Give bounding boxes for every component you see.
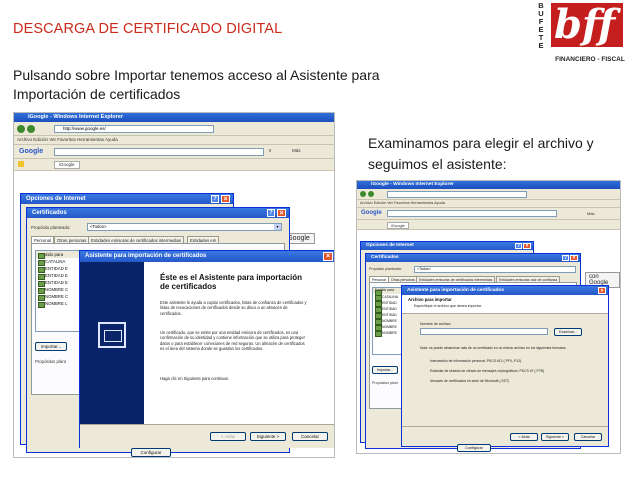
back-button[interactable]: < Atrás: [210, 432, 246, 441]
wizard-title: Asistente para importación de certificad…: [80, 251, 334, 262]
format-item: Almacén de certificados en serie de Micr…: [430, 379, 510, 383]
favorites-star-icon[interactable]: [18, 161, 24, 167]
back-button[interactable]: < Atrás: [510, 433, 538, 441]
ie-titlebar: iGoogle - Windows Internet Explorer: [357, 181, 620, 189]
wizard-paragraph-1: Este asistente le ayuda a copiar certifi…: [160, 300, 307, 316]
google-search-go[interactable]: Ir: [269, 148, 272, 153]
forward-icon[interactable]: [368, 191, 374, 197]
google-toolbar-logo: Google: [19, 148, 44, 155]
configure-button[interactable]: Configurar: [457, 444, 491, 452]
back-icon[interactable]: [360, 191, 366, 197]
import-button[interactable]: Importar...: [35, 342, 67, 351]
google-toolbar: Google Más: [357, 208, 620, 220]
logo-red-block: bff: [551, 3, 623, 47]
certificate-icon: [98, 322, 126, 348]
format-item: Estándar de sintaxis de cifrado de mensa…: [430, 369, 545, 373]
chevron-down-icon: ▾: [274, 224, 281, 230]
close-icon[interactable]: ×: [323, 252, 333, 261]
format-note: Nota: se puede almacenar más de un certi…: [420, 346, 567, 350]
right-instruction-text: Examinamos para elegir el archivo y segu…: [368, 135, 594, 172]
certificates-title: Certificados: [366, 254, 580, 262]
bufete-logo: B U F E T E bff FINANCIERO - FISCAL: [513, 0, 631, 70]
url-input[interactable]: [387, 191, 527, 198]
import-wizard-dialog: Asistente para importación de certificad…: [79, 250, 334, 448]
internet-options-title: Opciones de Internet: [21, 194, 233, 204]
help-icon[interactable]: ?: [562, 255, 569, 261]
close-icon[interactable]: ×: [570, 255, 578, 261]
close-icon[interactable]: ×: [523, 243, 531, 249]
next-button[interactable]: Siguiente >: [250, 432, 286, 441]
purpose-select[interactable]: <Todos> ▾: [87, 223, 282, 231]
format-item: Intercambio de información personal: PKC…: [430, 359, 522, 363]
help-icon[interactable]: ?: [267, 209, 275, 217]
logo-letter: E: [538, 41, 544, 50]
wizard-paragraph-2: Un certificado, que se emite por una ent…: [160, 330, 305, 352]
logo-subtitle: FINANCIERO - FISCAL: [555, 56, 625, 63]
wizard-paragraph-3: Haga clic en Siguiente para continuar.: [160, 376, 229, 381]
next-button[interactable]: Siguiente >: [541, 433, 569, 441]
back-icon[interactable]: [17, 125, 25, 133]
purpose-select[interactable]: <Todos>: [414, 266, 576, 273]
google-search-input[interactable]: [387, 210, 557, 217]
address-bar: [357, 189, 620, 200]
import-wizard-dialog: Asistente para importación de certificad…: [401, 285, 609, 447]
google-toolbar: Google Ir Más: [14, 145, 334, 159]
menu-bar[interactable]: Archivo Edición Ver Favoritos Herramient…: [357, 200, 620, 208]
left-screenshot: iGoogle - Windows Internet Explorer http…: [13, 112, 335, 458]
internet-options-title: Opciones de Internet: [361, 242, 533, 250]
certificate-icon-inner: [104, 330, 122, 342]
wizard-footer-divider: [402, 426, 608, 427]
configure-button[interactable]: Configurar: [131, 448, 171, 457]
cancel-button[interactable]: Cancelar: [574, 433, 602, 441]
certificates-title: Certificados: [27, 208, 289, 218]
wizard-heading: Éste es el Asistente para importación de…: [160, 273, 302, 291]
purpose-label: Propósito planteado:: [369, 267, 402, 271]
url-input[interactable]: http://www.google.es/: [54, 125, 214, 133]
wizard-banner: [80, 262, 144, 424]
favorites-bar: iGoogle: [14, 159, 334, 171]
logo-vertical-letters: B U F E T E: [536, 2, 546, 50]
more-link[interactable]: Más: [587, 211, 595, 216]
menu-bar[interactable]: Archivo Edición Ver Favoritos Herramient…: [14, 136, 334, 145]
wizard-header: Archivo para importar Especifique el arc…: [402, 295, 608, 314]
help-icon[interactable]: ?: [211, 195, 219, 203]
purpose-select-value: <Todos>: [417, 267, 431, 271]
slide-title: DESCARGA DE CERTIFICADO DIGITAL: [13, 21, 283, 37]
logo-mark: bff: [554, 1, 616, 48]
purpose-select-value: <Todos>: [90, 224, 107, 229]
file-name-label: Nombre de archivo:: [420, 322, 452, 326]
favorites-tab-igoogle[interactable]: iGoogle: [54, 161, 80, 169]
purpose-label: Propósito planteado:: [31, 225, 71, 230]
cancel-button[interactable]: Cancelar: [292, 432, 328, 441]
google-toolbar-logo: Google: [361, 210, 382, 216]
close-icon[interactable]: ×: [598, 287, 606, 294]
forward-icon[interactable]: [27, 125, 35, 133]
wizard-title: Asistente para importación de certificad…: [402, 286, 608, 295]
purposes-label: Propósitos plant: [372, 381, 398, 385]
more-link[interactable]: Más: [292, 148, 301, 153]
right-screenshot: iGoogle - Windows Internet Explorer Arch…: [356, 180, 621, 454]
address-bar: http://www.google.es/: [14, 122, 334, 136]
slide-intro-text: Pulsando sobre Importar tenemos acceso a…: [13, 67, 380, 102]
close-icon[interactable]: ×: [221, 195, 230, 203]
favorites-tab-igoogle[interactable]: iGoogle: [387, 222, 409, 229]
favorites-bar: iGoogle: [357, 220, 620, 230]
purposes-label: Propósitos plant: [35, 359, 66, 364]
close-icon[interactable]: ×: [277, 209, 286, 217]
browse-button[interactable]: Examinar...: [554, 328, 582, 336]
file-name-input[interactable]: [420, 328, 548, 335]
wizard-heading: Archivo para importar: [408, 297, 452, 302]
import-button[interactable]: Importar...: [372, 366, 398, 374]
ie-titlebar: iGoogle - Windows Internet Explorer: [14, 113, 334, 122]
wizard-subheading: Especifique el archivo que desea importa…: [414, 304, 482, 308]
help-icon[interactable]: ?: [515, 243, 522, 249]
google-search-input[interactable]: [54, 148, 264, 156]
